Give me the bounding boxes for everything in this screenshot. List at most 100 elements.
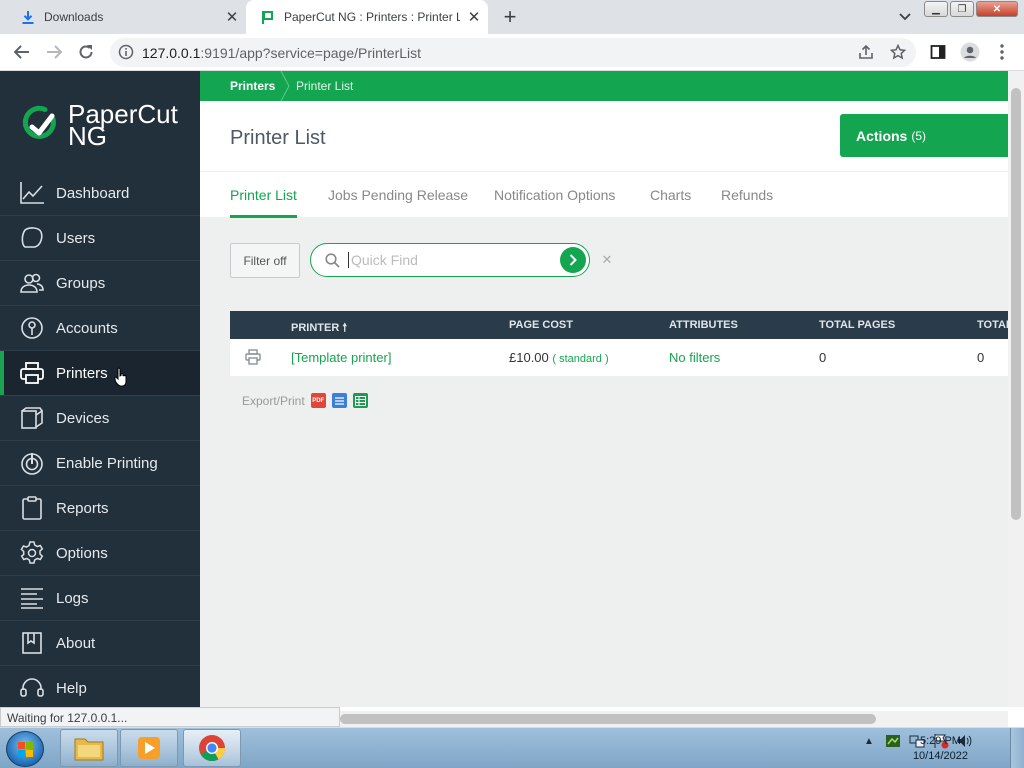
papercut-logo-icon	[22, 105, 56, 139]
total-pages-cell: 0	[819, 350, 827, 365]
hand-cursor-icon	[113, 367, 128, 387]
devices-icon	[20, 406, 44, 430]
sidebar-item-about[interactable]: About	[0, 621, 200, 666]
minimize-icon[interactable]: ▁	[924, 1, 948, 17]
url-text: 127.0.0.1:9191/app?service=page/PrinterL…	[142, 45, 421, 61]
tab-title: PaperCut NG : Printers : Printer L	[284, 10, 460, 24]
taskbar-explorer[interactable]	[60, 729, 118, 767]
back-arrow-icon[interactable]	[8, 38, 36, 66]
horizontal-scrollbar-thumb[interactable]	[340, 714, 876, 724]
sidebar-item-options[interactable]: Options	[0, 531, 200, 576]
close-tab-icon[interactable]: ✕	[460, 3, 488, 31]
close-tab-icon[interactable]: ✕	[218, 3, 246, 31]
papercut-flag-icon	[260, 9, 276, 25]
taskbar-media-player[interactable]	[120, 729, 178, 767]
browser-status-bar: Waiting for 127.0.0.1...	[0, 707, 340, 727]
tab-jobs-pending-release[interactable]: Jobs Pending Release	[328, 172, 468, 218]
address-bar[interactable]: 127.0.0.1:9191/app?service=page/PrinterL…	[110, 38, 916, 67]
sidebar-item-groups[interactable]: Groups	[0, 261, 200, 306]
reload-icon[interactable]	[72, 38, 100, 66]
tab-papercut[interactable]: PaperCut NG : Printers : Printer L ✕	[246, 0, 488, 34]
sidebar-item-users[interactable]: Users	[0, 216, 200, 261]
sidebar-item-label: Users	[56, 229, 96, 247]
sidebar-item-accounts[interactable]: Accounts	[0, 306, 200, 351]
sort-ascending-icon: 🠕	[342, 322, 348, 334]
filter-toggle-button[interactable]: Filter off	[230, 243, 300, 278]
sidebar-nav: Dashboard Users Groups Accounts Printers…	[0, 171, 200, 707]
vertical-scrollbar-thumb[interactable]	[1011, 88, 1021, 520]
bookmark-star-icon[interactable]	[884, 38, 912, 66]
chrome-icon	[199, 735, 226, 762]
sidebar-item-label: Dashboard	[56, 184, 130, 202]
tab-search-chevron-icon[interactable]	[893, 6, 917, 28]
page-cost-cell: £10.00 ( standard )	[509, 350, 609, 365]
sidebar-item-enable-printing[interactable]: Enable Printing	[0, 441, 200, 486]
pdf-icon[interactable]: PDF	[310, 393, 326, 408]
html-icon[interactable]	[331, 393, 347, 408]
new-tab-button[interactable]: +	[496, 3, 524, 31]
actions-button[interactable]: Actions (5)	[840, 114, 1008, 157]
printer-icon	[20, 361, 44, 385]
sidebar-item-devices[interactable]: Devices	[0, 396, 200, 441]
clear-search-icon[interactable]: ✕	[600, 252, 614, 267]
sidebar-item-dashboard[interactable]: Dashboard	[0, 171, 200, 216]
start-button[interactable]	[6, 731, 44, 767]
browser-menu-icon[interactable]	[988, 38, 1016, 66]
side-panel-icon[interactable]	[924, 38, 952, 66]
download-icon	[20, 9, 36, 25]
table-header: PRINTER 🠕 PAGE COST ATTRIBUTES TOTAL PAG…	[230, 311, 1008, 339]
breadcrumb-printers[interactable]: Printers	[230, 79, 275, 93]
quick-find-input[interactable]	[348, 252, 548, 268]
clock-date: 10/14/2022	[912, 750, 968, 762]
tab-printer-list[interactable]: Printer List	[230, 172, 297, 218]
sidebar-item-printers[interactable]: Printers	[0, 351, 200, 396]
site-info-icon[interactable]	[118, 44, 136, 62]
profile-avatar-icon[interactable]	[956, 38, 984, 66]
taskbar-chrome[interactable]	[183, 729, 241, 767]
tab-title: Downloads	[44, 10, 104, 24]
column-header-total-pages[interactable]: TOTAL PAGES	[819, 319, 895, 331]
sidebar-item-logs[interactable]: Logs	[0, 576, 200, 621]
logo-text: PaperCut NG	[68, 101, 178, 149]
sidebar-item-reports[interactable]: Reports	[0, 486, 200, 531]
media-player-icon	[138, 737, 160, 759]
export-print-label: Export/Print	[242, 393, 305, 408]
papercut-logo[interactable]: PaperCut NG	[20, 101, 178, 149]
folder-icon	[74, 738, 104, 761]
column-header-attributes[interactable]: ATTRIBUTES	[669, 319, 738, 331]
taskbar-clock[interactable]: 5:29 PM 10/14/2022	[913, 734, 968, 764]
tray-expand-icon[interactable]: ▲	[860, 732, 878, 750]
windows-taskbar: ▲ 5:29 PM 10/14/2022	[0, 727, 1024, 768]
breadcrumb: Printers Printer List	[200, 71, 1008, 101]
column-header-printer[interactable]: PRINTER 🠕	[291, 319, 347, 338]
sidebar-item-label: About	[56, 634, 96, 652]
sidebar-item-help[interactable]: Help	[0, 666, 200, 707]
quick-find-box	[310, 243, 590, 277]
tab-charts[interactable]: Charts	[650, 172, 691, 218]
actions-count: (5)	[911, 128, 927, 143]
tray-app-icon[interactable]	[884, 732, 902, 750]
window-close-icon[interactable]: ✕	[976, 1, 1018, 17]
column-header-total[interactable]: TOTAL	[977, 319, 1008, 331]
tab-downloads[interactable]: Downloads ✕	[0, 0, 246, 34]
cost-type-link[interactable]: ( standard )	[552, 353, 608, 365]
groups-icon	[20, 271, 44, 295]
breadcrumb-printer-list: Printer List	[296, 79, 354, 93]
tab-refunds[interactable]: Refunds	[721, 172, 773, 218]
tab-notification-options[interactable]: Notification Options	[494, 172, 615, 218]
csv-icon[interactable]	[352, 393, 368, 408]
sidebar: PaperCut NG Dashboard Users Groups Accou…	[0, 71, 200, 707]
column-header-page-cost[interactable]: PAGE COST	[509, 319, 573, 331]
quick-find-go-button[interactable]	[560, 247, 586, 273]
reports-icon	[20, 496, 44, 520]
main-content: Printers Printer List Printer List Actio…	[200, 71, 1008, 707]
sidebar-item-label: Devices	[56, 409, 110, 427]
restore-icon[interactable]: ❐	[950, 1, 974, 17]
column-header-label: PRINTER	[291, 322, 340, 334]
share-icon[interactable]	[852, 38, 880, 66]
printer-name-link[interactable]: [Template printer]	[291, 350, 391, 365]
forward-arrow-icon[interactable]	[40, 38, 68, 66]
show-desktop-button[interactable]	[1010, 728, 1024, 768]
sidebar-item-label: Enable Printing	[56, 454, 158, 472]
printer-table: PRINTER 🠕 PAGE COST ATTRIBUTES TOTAL PAG…	[230, 311, 1008, 376]
